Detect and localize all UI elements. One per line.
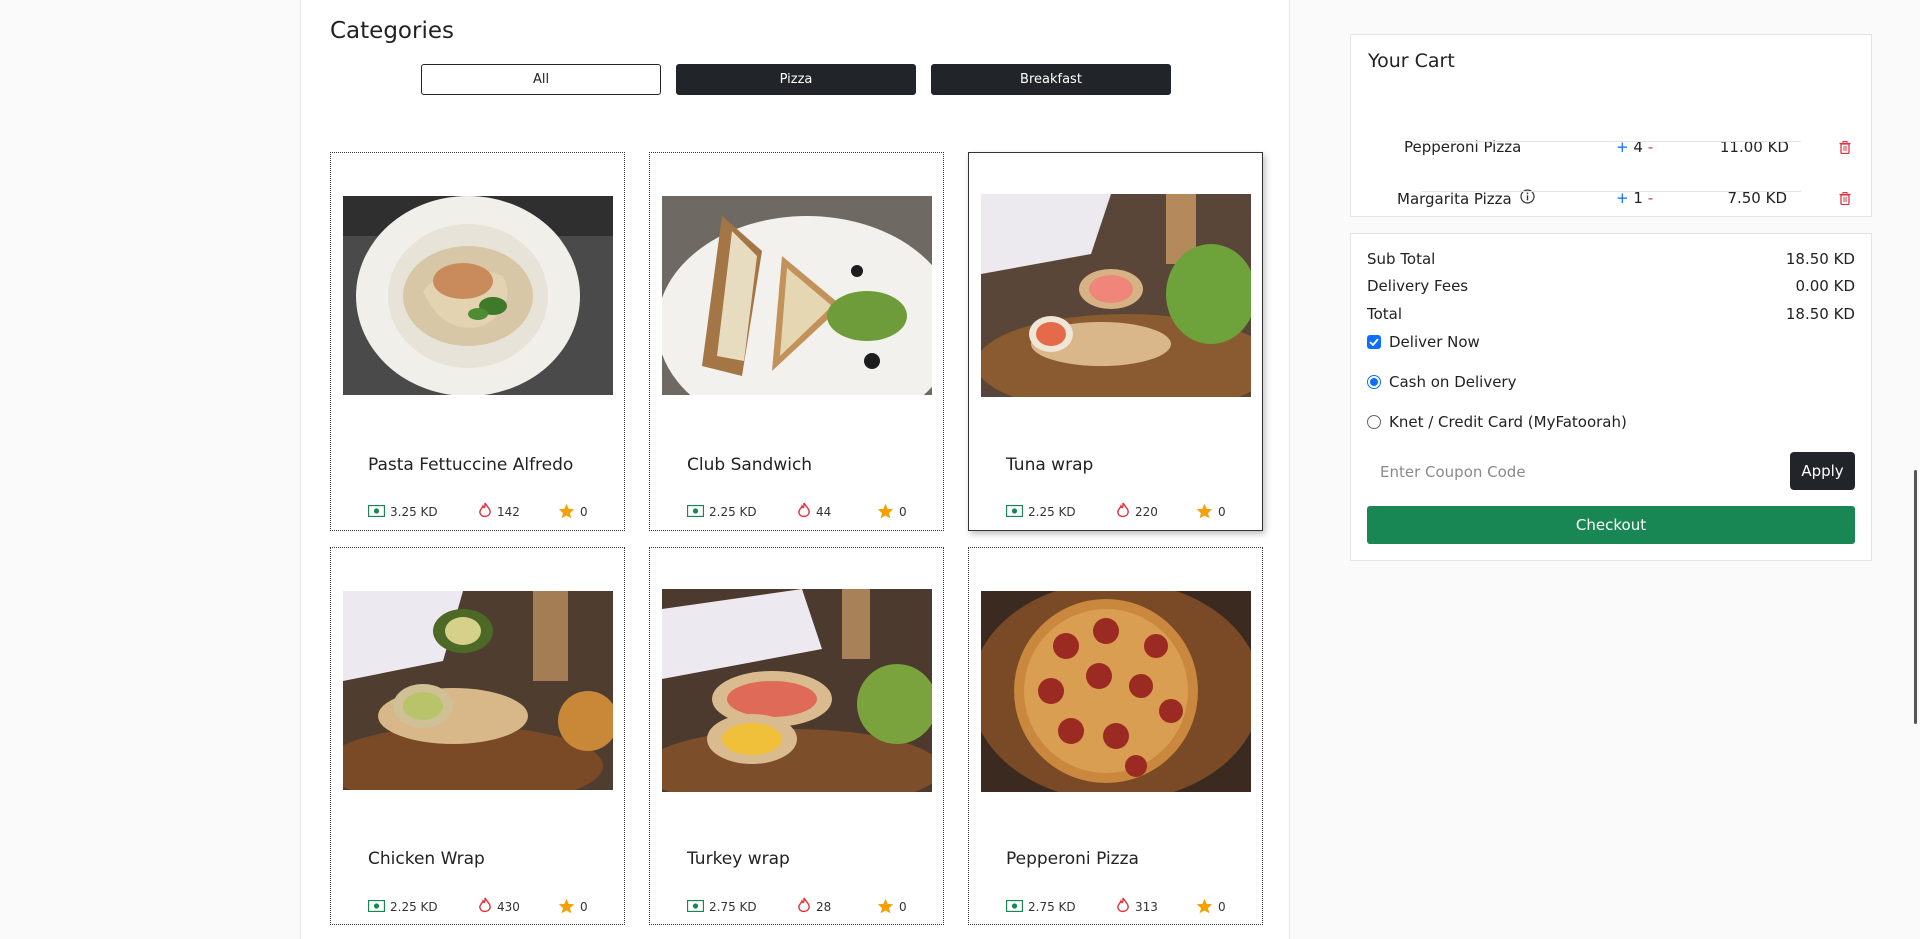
product-price: 2.25 KD: [390, 900, 438, 914]
money-icon: [1005, 504, 1024, 520]
knet-radio[interactable]: [1367, 415, 1381, 429]
category-all-button[interactable]: All: [421, 64, 661, 95]
star-icon: [1196, 898, 1213, 917]
product-calories: 220: [1135, 505, 1158, 519]
product-price: 2.25 KD: [709, 505, 757, 519]
trash-icon[interactable]: [1839, 191, 1851, 209]
fire-icon: [797, 502, 811, 522]
money-icon: [367, 504, 386, 520]
product-calories: 313: [1135, 900, 1158, 914]
product-card-tuna-wrap[interactable]: Tuna wrap 2.25 KD 220 0: [968, 152, 1263, 531]
divider: [1421, 141, 1801, 142]
product-card-pepperoni-pizza[interactable]: Pepperoni Pizza 2.75 KD 313 0: [968, 547, 1263, 925]
cart-item: Pepperoni Pizza + 4 - 11.00 KD: [1351, 128, 1871, 168]
product-card-pasta[interactable]: Pasta Fettuccine Alfredo 3.25 KD 142 0: [330, 152, 625, 531]
deliver-now-option[interactable]: Deliver Now: [1367, 333, 1480, 351]
scrollbar-thumb[interactable]: [1914, 470, 1917, 724]
product-rating: 0: [899, 900, 907, 914]
product-image: [662, 589, 932, 792]
star-icon: [877, 898, 894, 917]
category-pizza-button[interactable]: Pizza: [676, 64, 916, 95]
product-rating: 0: [1218, 900, 1226, 914]
knet-label: Knet / Credit Card (MyFatoorah): [1389, 413, 1627, 431]
product-price: 2.25 KD: [1028, 505, 1076, 519]
subtotal-label: Sub Total: [1367, 250, 1436, 268]
money-icon: [1005, 899, 1024, 915]
product-price: 2.75 KD: [709, 900, 757, 914]
coupon-code-input[interactable]: [1367, 452, 1787, 492]
product-name: Pasta Fettuccine Alfredo: [368, 455, 574, 475]
star-icon: [1196, 503, 1213, 522]
money-icon: [686, 899, 705, 915]
product-rating: 0: [580, 505, 588, 519]
product-image: [662, 196, 932, 395]
product-image: [343, 591, 613, 790]
checkout-button[interactable]: Checkout: [1367, 506, 1855, 544]
trash-icon[interactable]: [1839, 140, 1851, 158]
fire-icon: [1116, 897, 1130, 917]
delivery-fees-label: Delivery Fees: [1367, 277, 1469, 295]
product-name: Tuna wrap: [1006, 455, 1094, 475]
apply-coupon-button[interactable]: Apply: [1790, 452, 1855, 490]
page-scrollbar[interactable]: [1911, 0, 1920, 939]
product-price: 3.25 KD: [390, 505, 438, 519]
deliver-now-label: Deliver Now: [1389, 333, 1480, 351]
product-image: [343, 196, 613, 395]
deliver-now-checkbox[interactable]: [1367, 335, 1381, 349]
product-price: 2.75 KD: [1028, 900, 1076, 914]
product-name: Club Sandwich: [687, 455, 813, 475]
cart-panel: Your Cart Pepperoni Pizza + 4 - 11.00 KD…: [1350, 34, 1872, 217]
cart-item-name: Margarita Pizza: [1397, 189, 1512, 208]
total-label: Total: [1367, 305, 1403, 323]
fire-icon: [797, 897, 811, 917]
fire-icon: [1116, 502, 1130, 522]
product-rating: 0: [580, 900, 588, 914]
divider: [1421, 191, 1801, 192]
product-calories: 28: [816, 900, 832, 914]
product-card-chicken-wrap[interactable]: Chicken Wrap 2.25 KD 430 0: [330, 547, 625, 925]
product-rating: 0: [899, 505, 907, 519]
product-card-club-sandwich[interactable]: Club Sandwich 2.25 KD 44 0: [649, 152, 944, 531]
cart-title: Your Cart: [1368, 50, 1455, 72]
product-calories: 44: [816, 505, 832, 519]
knet-option[interactable]: Knet / Credit Card (MyFatoorah): [1367, 413, 1627, 431]
fire-icon: [478, 897, 492, 917]
product-name: Turkey wrap: [687, 849, 790, 869]
product-image: [981, 194, 1251, 397]
money-icon: [367, 899, 386, 915]
star-icon: [558, 898, 575, 917]
delivery-fees-value: 0.00 KD: [1795, 277, 1855, 295]
menu-panel: Categories All Pizza Breakfast Pasta Fet…: [300, 0, 1290, 939]
total-value: 18.50 KD: [1785, 305, 1855, 323]
fire-icon: [478, 502, 492, 522]
product-calories: 430: [497, 900, 520, 914]
cash-on-delivery-label: Cash on Delivery: [1389, 373, 1517, 391]
product-name: Chicken Wrap: [368, 849, 485, 869]
cash-on-delivery-option[interactable]: Cash on Delivery: [1367, 373, 1516, 391]
star-icon: [877, 503, 894, 522]
cash-on-delivery-radio[interactable]: [1367, 375, 1381, 389]
category-breakfast-button[interactable]: Breakfast: [931, 64, 1171, 95]
product-rating: 0: [1218, 505, 1226, 519]
product-card-turkey-wrap[interactable]: Turkey wrap 2.75 KD 28 0: [649, 547, 944, 925]
cart-item: Margarita Pizza + 1 - 7.50 KD: [1351, 179, 1871, 219]
product-name: Pepperoni Pizza: [1006, 849, 1139, 869]
product-image: [981, 591, 1251, 792]
money-icon: [686, 504, 705, 520]
categories-title: Categories: [330, 18, 454, 44]
order-summary-panel: Sub Total 18.50 KD Delivery Fees 0.00 KD…: [1350, 233, 1872, 561]
product-calories: 142: [497, 505, 520, 519]
subtotal-value: 18.50 KD: [1785, 250, 1855, 268]
star-icon: [558, 503, 575, 522]
